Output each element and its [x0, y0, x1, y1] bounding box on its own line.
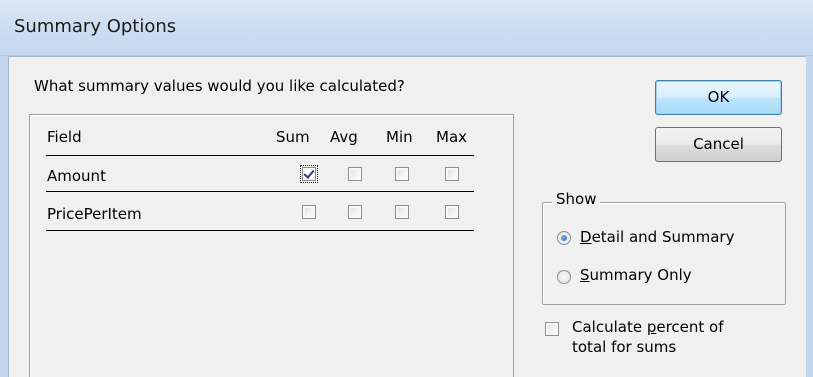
detail-and-summary-label[interactable]: Detail and Summary: [580, 228, 734, 246]
window-frame-left: [0, 56, 8, 377]
header-divider: [46, 155, 474, 156]
show-group-title: Show: [552, 190, 601, 208]
row-field-label: PricePerItem: [47, 205, 142, 223]
calculate-percent-checkbox[interactable]: [545, 322, 559, 336]
priceperitem-sum-checkbox[interactable]: [302, 205, 316, 219]
window-frame-right: [806, 56, 813, 377]
amount-sum-checkbox[interactable]: [300, 165, 318, 183]
column-header-avg: Avg: [330, 128, 358, 146]
summary-only-radio[interactable]: [557, 270, 571, 284]
ok-button[interactable]: OK: [655, 80, 782, 115]
priceperitem-min-checkbox[interactable]: [395, 205, 409, 219]
show-groupbox: [542, 202, 786, 305]
amount-min-checkbox[interactable]: [395, 167, 409, 181]
summary-only-label[interactable]: Summary Only: [580, 266, 692, 284]
priceperitem-max-checkbox[interactable]: [445, 205, 459, 219]
row-field-label: Amount: [47, 167, 106, 185]
row-divider: [46, 230, 474, 231]
window-title: Summary Options: [14, 16, 177, 37]
prompt-label: What summary values would you like calcu…: [34, 77, 405, 95]
calculate-percent-label[interactable]: Calculate percent of total for sums: [572, 317, 724, 357]
row-divider: [46, 191, 474, 192]
title-bar[interactable]: Summary Options: [0, 0, 813, 56]
column-header-min: Min: [386, 128, 413, 146]
detail-and-summary-radio[interactable]: [557, 231, 571, 245]
column-header-max: Max: [436, 128, 468, 146]
cancel-button[interactable]: Cancel: [655, 127, 782, 162]
amount-max-checkbox[interactable]: [445, 167, 459, 181]
column-header-sum: Sum: [276, 128, 310, 146]
summary-fields-panel: [29, 114, 514, 377]
column-header-field: Field: [47, 128, 82, 146]
amount-avg-checkbox[interactable]: [348, 167, 362, 181]
priceperitem-avg-checkbox[interactable]: [348, 205, 362, 219]
